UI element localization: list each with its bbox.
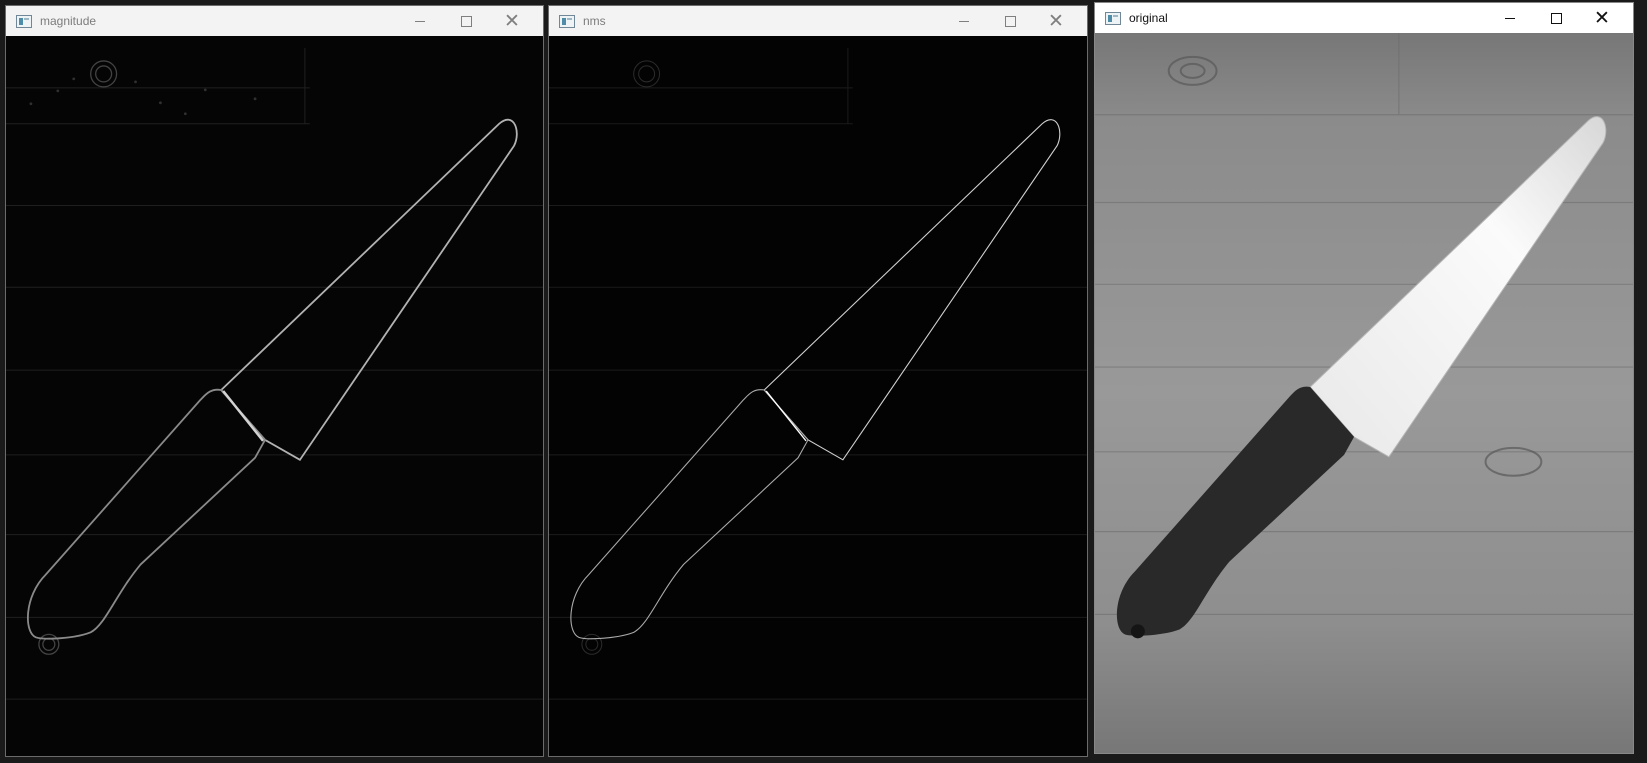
titlebar[interactable]: magnitude ✕ — [6, 6, 543, 36]
window-controls: ✕ — [941, 6, 1079, 36]
minimize-icon[interactable] — [397, 6, 443, 36]
original-window[interactable]: original ✕ — [1094, 2, 1634, 754]
maximize-icon[interactable] — [987, 6, 1033, 36]
close-icon[interactable]: ✕ — [1579, 3, 1625, 33]
magnitude-window[interactable]: magnitude ✕ — [5, 5, 544, 757]
magnitude-image — [6, 36, 543, 756]
window-app-icon — [559, 14, 575, 28]
window-controls: ✕ — [397, 6, 535, 36]
window-controls: ✕ — [1487, 3, 1625, 33]
desktop: magnitude ✕ nms ✕ original ✕ — [0, 0, 1647, 763]
close-icon[interactable]: ✕ — [1033, 6, 1079, 36]
maximize-icon[interactable] — [443, 6, 489, 36]
window-app-icon — [16, 14, 32, 28]
maximize-icon[interactable] — [1533, 3, 1579, 33]
original-image — [1095, 33, 1633, 753]
titlebar[interactable]: original ✕ — [1095, 3, 1633, 33]
titlebar[interactable]: nms ✕ — [549, 6, 1087, 36]
minimize-icon[interactable] — [1487, 3, 1533, 33]
minimize-icon[interactable] — [941, 6, 987, 36]
window-title: nms — [583, 14, 606, 28]
close-icon[interactable]: ✕ — [489, 6, 535, 36]
nms-window[interactable]: nms ✕ — [548, 5, 1088, 757]
window-title: magnitude — [40, 14, 97, 28]
original-photo — [1095, 33, 1633, 753]
window-title: original — [1129, 11, 1168, 25]
nms-image — [549, 36, 1087, 756]
window-app-icon — [1105, 11, 1121, 25]
nms-edge-image — [549, 36, 1087, 756]
magnitude-edge-image — [6, 36, 543, 756]
